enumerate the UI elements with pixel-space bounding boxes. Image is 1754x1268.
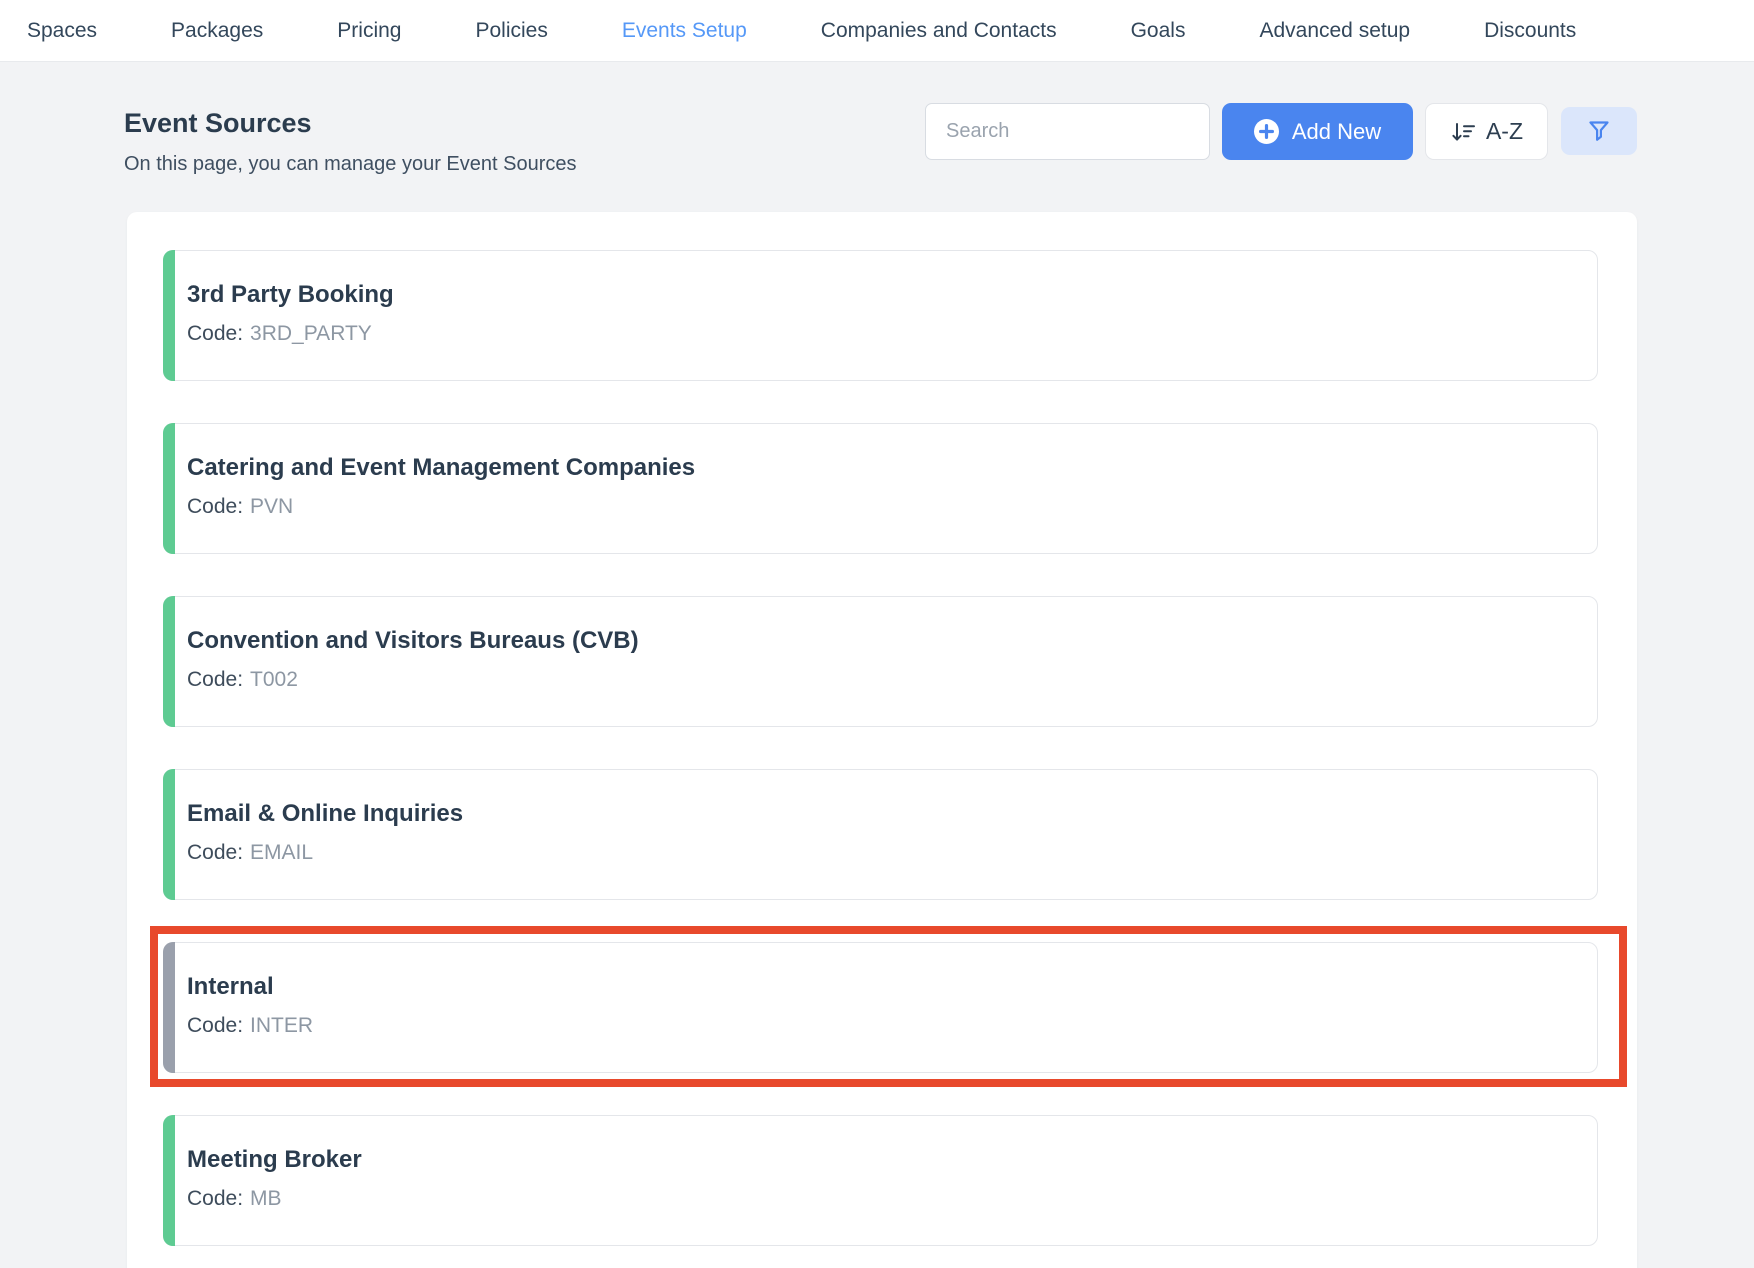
add-new-button[interactable]: Add New	[1222, 103, 1413, 160]
code-label: Code:	[187, 1014, 243, 1037]
nav-item-packages[interactable]: Packages	[171, 19, 263, 43]
card-code: Code: 3RD_PARTY	[187, 322, 394, 346]
card-title: Convention and Visitors Bureaus (CVB)	[187, 627, 639, 655]
nav-item-pricing[interactable]: Pricing	[337, 19, 401, 43]
nav-item-advanced-setup[interactable]: Advanced setup	[1259, 19, 1410, 43]
event-sources-page: Spaces Packages Pricing Policies Events …	[0, 0, 1754, 1268]
page-title: Event Sources	[124, 108, 312, 139]
card-code: Code: PVN	[187, 495, 695, 519]
card-code: Code: EMAIL	[187, 841, 463, 865]
code-label: Code:	[187, 322, 243, 345]
sort-az-button[interactable]: A-Z	[1425, 103, 1548, 160]
event-source-card-catering[interactable]: Catering and Event Management Companies …	[163, 423, 1598, 554]
code-label: Code:	[187, 668, 243, 691]
search-input[interactable]	[925, 103, 1210, 160]
nav-item-discounts[interactable]: Discounts	[1484, 19, 1576, 43]
code-value: 3RD_PARTY	[250, 322, 372, 345]
nav-item-goals[interactable]: Goals	[1131, 19, 1186, 43]
event-source-card-internal[interactable]: Internal Code: INTER	[163, 942, 1598, 1073]
event-source-card-meeting-broker[interactable]: Meeting Broker Code: MB	[163, 1115, 1598, 1246]
card-accent-strip	[163, 596, 175, 727]
code-label: Code:	[187, 1187, 243, 1210]
code-label: Code:	[187, 841, 243, 864]
event-source-card-cvb[interactable]: Convention and Visitors Bureaus (CVB) Co…	[163, 596, 1598, 727]
event-source-card-email[interactable]: Email & Online Inquiries Code: EMAIL	[163, 769, 1598, 900]
card-accent-strip	[163, 250, 175, 381]
code-label: Code:	[187, 495, 243, 518]
nav-item-companies-and-contacts[interactable]: Companies and Contacts	[821, 19, 1057, 43]
add-new-label: Add New	[1292, 119, 1381, 145]
nav-item-spaces[interactable]: Spaces	[27, 19, 97, 43]
funnel-icon	[1587, 119, 1611, 143]
card-title: 3rd Party Booking	[187, 281, 394, 309]
code-value: T002	[250, 668, 298, 691]
code-value: INTER	[250, 1014, 313, 1037]
card-accent-strip	[163, 769, 175, 900]
code-value: EMAIL	[250, 841, 313, 864]
card-title: Email & Online Inquiries	[187, 800, 463, 828]
code-value: MB	[250, 1187, 282, 1210]
card-accent-strip	[163, 1115, 175, 1246]
code-value: PVN	[250, 495, 293, 518]
filter-button[interactable]	[1561, 107, 1637, 155]
card-title: Meeting Broker	[187, 1146, 362, 1174]
plus-circle-icon	[1254, 119, 1279, 144]
card-code: Code: T002	[187, 668, 639, 692]
event-source-card-3rd-party-booking[interactable]: 3rd Party Booking Code: 3RD_PARTY	[163, 250, 1598, 381]
card-accent-strip	[163, 942, 175, 1073]
page-subtitle: On this page, you can manage your Event …	[124, 153, 577, 176]
card-code: Code: MB	[187, 1187, 362, 1211]
card-accent-strip	[163, 423, 175, 554]
card-title: Catering and Event Management Companies	[187, 454, 695, 482]
sort-az-label: A-Z	[1486, 118, 1523, 145]
card-title: Internal	[187, 973, 313, 1001]
nav-item-events-setup[interactable]: Events Setup	[622, 19, 747, 43]
card-code: Code: INTER	[187, 1014, 313, 1038]
nav-item-policies[interactable]: Policies	[475, 19, 547, 43]
top-nav: Spaces Packages Pricing Policies Events …	[0, 0, 1754, 62]
sort-descending-icon	[1450, 120, 1476, 144]
